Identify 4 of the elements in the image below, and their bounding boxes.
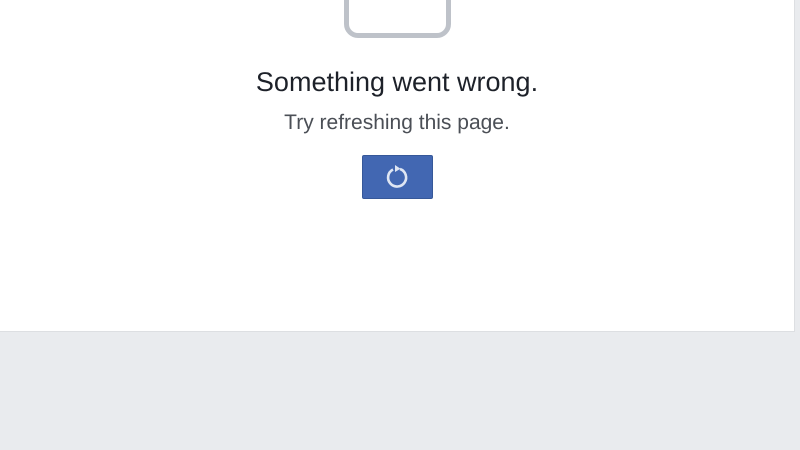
- refresh-button[interactable]: [362, 155, 432, 199]
- error-title: Something went wrong.: [256, 66, 538, 98]
- error-message: Try refreshing this page.: [284, 110, 510, 136]
- refresh-icon: [384, 164, 410, 190]
